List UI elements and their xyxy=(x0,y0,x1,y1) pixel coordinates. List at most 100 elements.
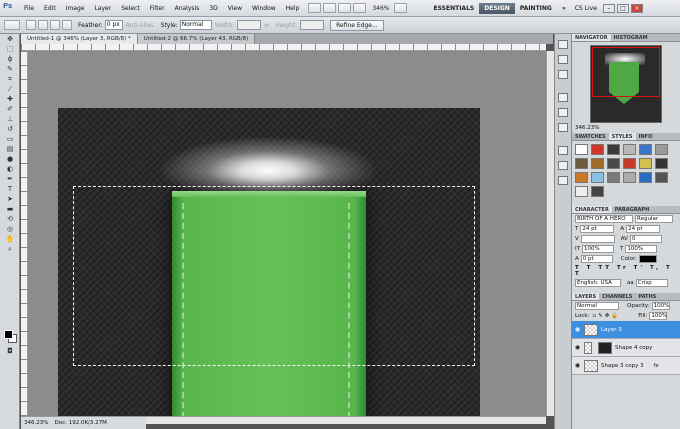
type-style-buttons[interactable]: T T TT Tr T' T, T T xyxy=(572,264,680,278)
path-select-tool-icon[interactable]: ➤ xyxy=(3,195,17,204)
zoom-level[interactable]: 346% xyxy=(372,5,389,12)
tool-presets-icon[interactable] xyxy=(558,176,568,185)
style-swatch[interactable] xyxy=(575,144,588,155)
shape-tool-icon[interactable]: ▬ xyxy=(3,205,17,214)
tab-paths[interactable]: PATHS xyxy=(635,293,659,300)
antialias-select[interactable]: Crisp xyxy=(635,279,668,287)
feather-input[interactable]: 0 px xyxy=(104,20,123,30)
add-selection-icon[interactable] xyxy=(38,20,48,30)
mini-bridge-button[interactable] xyxy=(323,3,337,13)
menu-analysis[interactable]: Analysis xyxy=(170,5,205,12)
text-color-swatch[interactable] xyxy=(638,255,657,263)
tab-histogram[interactable]: HISTOGRAM xyxy=(611,34,651,41)
3d-rotate-tool-icon[interactable]: ⟲ xyxy=(3,215,17,224)
navigator-preview[interactable] xyxy=(590,45,662,123)
navigator-view-box[interactable] xyxy=(592,47,660,97)
intersect-selection-icon[interactable] xyxy=(62,20,72,30)
blur-tool-icon[interactable]: ● xyxy=(3,155,17,164)
menu-3d[interactable]: 3D xyxy=(204,5,222,12)
style-swatch[interactable] xyxy=(623,158,636,169)
layer-name[interactable]: Shape 3 copy 3 xyxy=(601,363,644,369)
actions-icon[interactable] xyxy=(558,55,568,64)
eyedropper-tool-icon[interactable]: ⁄ xyxy=(3,85,17,94)
dodge-tool-icon[interactable]: ◐ xyxy=(3,165,17,174)
workspace-more-button[interactable]: » xyxy=(557,3,571,14)
layer-name[interactable]: Shape 4 copy xyxy=(615,345,652,351)
horizontal-scale-input[interactable]: 100% xyxy=(625,245,658,253)
leading-input[interactable]: 24 pt xyxy=(626,225,661,233)
bridge-button[interactable] xyxy=(308,3,322,13)
canvas-area[interactable] xyxy=(28,51,546,416)
style-swatch[interactable] xyxy=(607,172,620,183)
quick-select-tool-icon[interactable]: ✎ xyxy=(3,65,17,74)
eraser-tool-icon[interactable]: ▭ xyxy=(3,135,17,144)
swap-icon[interactable]: ⇄ xyxy=(264,22,269,29)
refine-edge-button[interactable]: Refine Edge... xyxy=(330,19,384,31)
eye-icon[interactable]: ◉ xyxy=(574,344,581,351)
tab-character[interactable]: CHARACTER xyxy=(572,206,612,213)
font-family-select[interactable]: BIRTH OF A HERO xyxy=(575,215,633,223)
lasso-tool-icon[interactable]: ϕ xyxy=(3,55,17,64)
style-swatch[interactable] xyxy=(655,144,668,155)
tracking-input[interactable]: 0 xyxy=(629,235,662,243)
screen-mode-button[interactable] xyxy=(393,3,407,13)
style-swatch[interactable] xyxy=(607,144,620,155)
cs-live-button[interactable]: CS Live xyxy=(575,5,597,12)
minimize-button[interactable]: – xyxy=(602,3,615,13)
style-swatch[interactable] xyxy=(575,172,588,183)
style-swatch[interactable] xyxy=(639,158,652,169)
style-swatch[interactable] xyxy=(575,158,588,169)
masks-icon[interactable] xyxy=(558,146,568,155)
tab-channels[interactable]: CHANNELS xyxy=(599,293,635,300)
style-swatch[interactable] xyxy=(591,172,604,183)
tab-untitled-2[interactable]: Untitled-2 @ 66.7% (Layer 43, RGB/8) xyxy=(137,34,256,44)
menu-image[interactable]: Image xyxy=(61,5,90,12)
style-swatch[interactable] xyxy=(623,172,636,183)
baseline-input[interactable]: 0 pt xyxy=(580,255,613,263)
move-tool-icon[interactable]: ✥ xyxy=(3,35,17,44)
new-selection-icon[interactable] xyxy=(26,20,36,30)
kerning-input[interactable] xyxy=(580,235,615,243)
font-style-select[interactable]: Regular xyxy=(635,215,673,223)
tab-untitled-1[interactable]: Untitled-1 @ 346% (Layer 3, RGB/8) * xyxy=(21,34,138,44)
history-brush-icon[interactable]: ↺ xyxy=(3,125,17,134)
3d-orbit-tool-icon[interactable]: ◎ xyxy=(3,225,17,234)
style-swatch[interactable] xyxy=(623,144,636,155)
font-size-input[interactable]: 24 pt xyxy=(580,225,615,233)
fill-input[interactable]: 100% xyxy=(649,312,668,320)
history-icon[interactable] xyxy=(558,40,568,49)
style-swatch[interactable] xyxy=(655,158,668,169)
close-button[interactable]: × xyxy=(630,3,643,13)
tab-swatches[interactable]: SWATCHES xyxy=(572,133,609,140)
marquee-tool-icon[interactable]: ⬚ xyxy=(3,45,17,54)
horizontal-ruler[interactable] xyxy=(21,44,546,51)
menu-view[interactable]: View xyxy=(223,5,247,12)
menu-select[interactable]: Select xyxy=(116,5,145,12)
tab-styles[interactable]: STYLES xyxy=(608,133,636,140)
style-swatch[interactable] xyxy=(639,172,652,183)
style-swatch[interactable] xyxy=(639,144,652,155)
horizontal-scrollbar[interactable] xyxy=(146,416,546,424)
maximize-button[interactable]: □ xyxy=(616,3,629,13)
layer-row[interactable]: ◉ Shape 3 copy 3 fx xyxy=(572,357,680,375)
workspace-design[interactable]: DESIGN xyxy=(479,2,515,14)
style-swatch[interactable] xyxy=(591,158,604,169)
status-zoom[interactable]: 346.23% xyxy=(21,417,51,429)
style-swatch[interactable] xyxy=(575,186,588,197)
menu-edit[interactable]: Edit xyxy=(39,5,61,12)
workspace-essentials[interactable]: ESSENTIALS xyxy=(429,3,480,14)
pen-tool-icon[interactable]: ✒ xyxy=(3,175,17,184)
arrange-button[interactable] xyxy=(353,3,367,13)
adjustments-icon[interactable] xyxy=(558,123,568,132)
foreground-color-swatch[interactable] xyxy=(4,330,13,339)
healing-tool-icon[interactable]: ✚ xyxy=(3,95,17,104)
tab-navigator[interactable]: NAVIGATOR xyxy=(572,34,611,41)
style-swatch[interactable] xyxy=(591,144,604,155)
opacity-input[interactable]: 100% xyxy=(651,302,670,310)
height-input[interactable] xyxy=(300,20,325,30)
zoom-tool-icon[interactable]: ⌕ xyxy=(3,245,17,254)
menu-layer[interactable]: Layer xyxy=(89,5,116,12)
vertical-scrollbar[interactable] xyxy=(546,51,554,416)
menu-file[interactable]: File xyxy=(19,5,39,12)
tab-info[interactable]: INFO xyxy=(636,133,656,140)
